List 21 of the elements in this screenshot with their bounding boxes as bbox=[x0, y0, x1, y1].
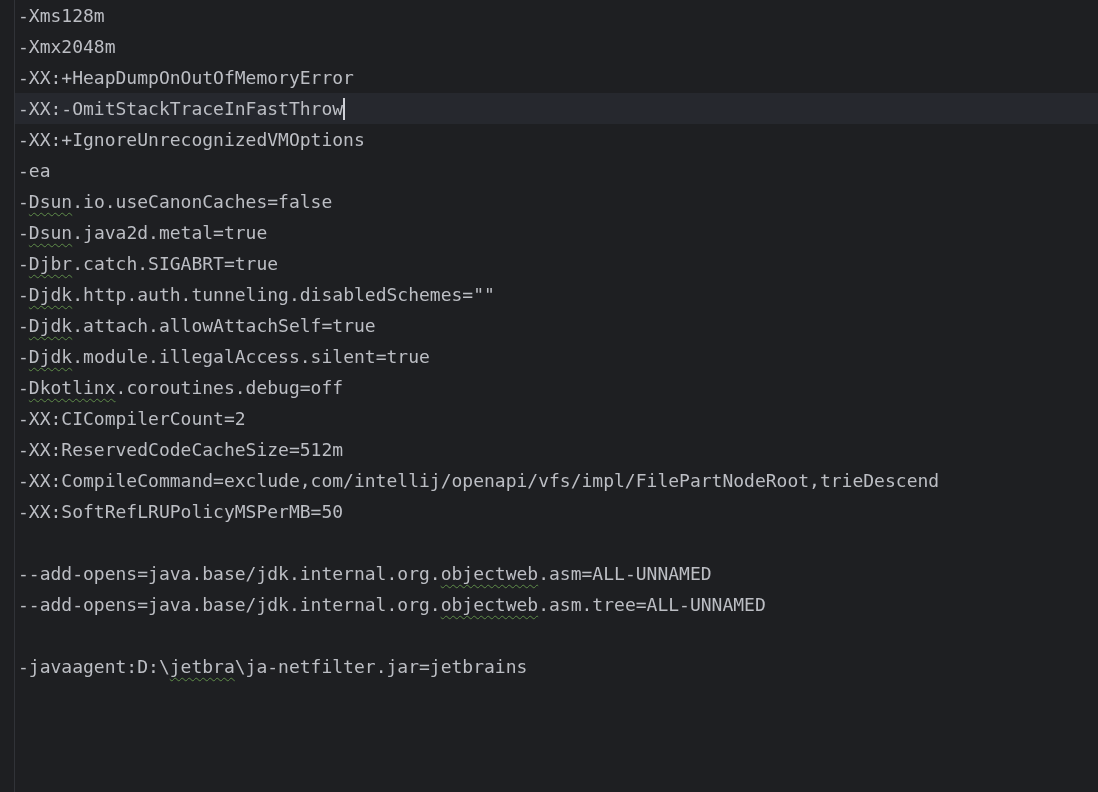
code-line: -Dsun.io.useCanonCaches=false bbox=[18, 191, 333, 212]
code-line: -XX:ReservedCodeCacheSize=512m bbox=[18, 439, 344, 460]
code-line: -ea bbox=[18, 160, 51, 181]
code-line: -Xmx2048m bbox=[18, 36, 116, 57]
code-line: --add-opens=java.base/jdk.internal.org.objectweb.asm=ALL-UNNAMED bbox=[18, 563, 712, 584]
code-line: -Dkotlinx.coroutines.debug=off bbox=[18, 377, 344, 398]
code-line: -Djdk.http.auth.tunneling.disabledSchemes="" bbox=[18, 284, 495, 305]
code-line: -XX:SoftRefLRUPolicyMSPerMB=50 bbox=[18, 501, 344, 522]
code-line: -XX:-OmitStackTraceInFastThrow bbox=[18, 98, 344, 119]
code-line: -XX:CompileCommand=exclude,com/intellij/openapi/vfs/impl/FilePartNodeRoot,trieDescend bbox=[18, 470, 940, 491]
code-line: -Dsun.java2d.metal=true bbox=[18, 222, 268, 243]
code-line: -XX:CICompilerCount=2 bbox=[18, 408, 246, 429]
text-cursor bbox=[343, 97, 346, 120]
code-line: -XX:+HeapDumpOnOutOfMemoryError bbox=[18, 67, 354, 88]
code-line: -Xms128m bbox=[18, 5, 105, 26]
code-line: -Djbr.catch.SIGABRT=true bbox=[18, 253, 279, 274]
code-line: --add-opens=java.base/jdk.internal.org.objectweb.asm.tree=ALL-UNNAMED bbox=[18, 594, 766, 615]
code-line: -javaagent:D:\jetbra\ja-netfilter.jar=jetbrains bbox=[18, 656, 528, 677]
code-line: -Djdk.attach.allowAttachSelf=true bbox=[18, 315, 376, 336]
code-line: -XX:+IgnoreUnrecognizedVMOptions bbox=[18, 129, 365, 150]
code-line: -Djdk.module.illegalAccess.silent=true bbox=[18, 346, 430, 367]
